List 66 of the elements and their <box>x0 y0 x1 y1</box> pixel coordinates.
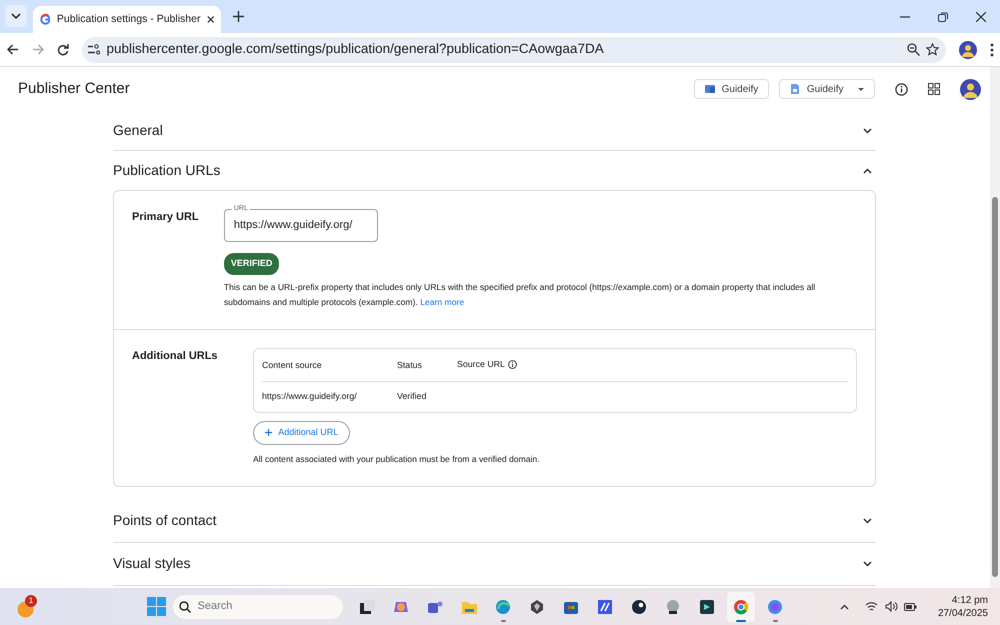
section-header[interactable]: Publication URLs <box>113 151 876 190</box>
column-header: Source URL <box>457 358 505 371</box>
column-header: Status <box>397 358 422 372</box>
apps-grid-icon[interactable] <box>928 83 940 95</box>
chrome-icon <box>733 598 749 614</box>
chevron-up-icon[interactable] <box>840 604 849 610</box>
clock-time[interactable]: 4:12 pm <box>938 594 988 606</box>
video-editor-icon <box>699 598 715 614</box>
avatar-icon[interactable] <box>958 40 976 58</box>
field-label: Primary URL <box>132 210 200 225</box>
site-settings-icon <box>88 44 100 55</box>
document-icon <box>790 84 800 94</box>
close-icon[interactable] <box>976 12 986 22</box>
note-text: All content associated with your publication must be from a verified domain. <box>253 452 541 466</box>
scrollbar[interactable] <box>990 67 1000 588</box>
scrollbar-thumb[interactable] <box>992 197 998 577</box>
field-label: Additional URLs <box>132 348 219 364</box>
volume-icon[interactable] <box>884 601 898 612</box>
column-header: Content source <box>262 358 322 372</box>
plus-icon <box>264 429 272 436</box>
field-value: https://www.guideify.org/ <box>234 218 352 234</box>
chevron-down-icon <box>11 13 21 19</box>
table-cell-text: https://www.guideify.org/ <box>262 390 358 403</box>
restore-icon[interactable] <box>938 12 948 22</box>
google-icon <box>40 13 50 26</box>
back-icon[interactable] <box>6 44 18 55</box>
app-title: Publisher Center <box>18 78 131 99</box>
gem-icon <box>529 598 545 614</box>
close-icon[interactable] <box>206 15 214 24</box>
browser-tab[interactable]: Publication settings - Publisher <box>33 6 221 33</box>
tab-list-button[interactable] <box>5 5 27 27</box>
url-text: publishercenter.google.com/settings/publication/general?publication=CAowgaa7DA <box>106 40 605 58</box>
battery-icon[interactable] <box>904 601 918 612</box>
search-icon <box>179 600 191 612</box>
taskbar-search[interactable]: Search <box>172 594 342 618</box>
new-tab-icon[interactable] <box>233 11 244 22</box>
clock-date[interactable]: 27/04/2025 <box>938 606 988 620</box>
section-title: Publication URLs <box>113 161 220 180</box>
section-title: General <box>113 121 163 140</box>
tab-title: Publication settings - Publisher <box>56 12 200 27</box>
section-header[interactable]: Points of contact <box>113 500 876 542</box>
slash-logo-icon <box>597 598 613 614</box>
table-cell-text: Verified <box>397 390 428 403</box>
add-url-button[interactable]: Additional URL <box>253 420 350 444</box>
notification-badge: 1 <box>25 594 37 606</box>
workspace-button[interactable]: Guideify <box>694 79 770 99</box>
address-bar[interactable]: publishercenter.google.com/settings/publication/general?publication=CAowgaa7DA <box>82 36 946 62</box>
status-badge: VERIFIED <box>224 253 280 274</box>
wifi-icon[interactable] <box>865 601 878 612</box>
section-header[interactable]: General <box>113 111 876 151</box>
section-title: Points of contact <box>113 511 217 530</box>
info-icon[interactable] <box>895 82 908 96</box>
section-title: Visual styles <box>113 554 191 573</box>
section-header[interactable]: Visual styles <box>113 542 876 586</box>
caret-icon <box>858 88 864 90</box>
avatar-icon[interactable] <box>960 78 981 100</box>
folder-icon <box>705 84 716 94</box>
learn-more-link[interactable]: Learn more <box>420 296 464 306</box>
workspace-button[interactable]: Guideify <box>779 79 875 99</box>
help-text: This can be a URL-prefix property that includes only URLs with the specified prefix and protocol (https://example.com) or a domain property that includes all subdomains and multiple protocols (example.com). Learn more <box>224 280 816 309</box>
zoom-icon[interactable] <box>906 43 920 56</box>
star-icon[interactable] <box>926 43 939 56</box>
info-icon[interactable] <box>508 360 518 369</box>
reload-icon[interactable] <box>56 44 68 56</box>
search-placeholder: Search <box>198 599 232 614</box>
more-icon[interactable] <box>990 42 994 56</box>
